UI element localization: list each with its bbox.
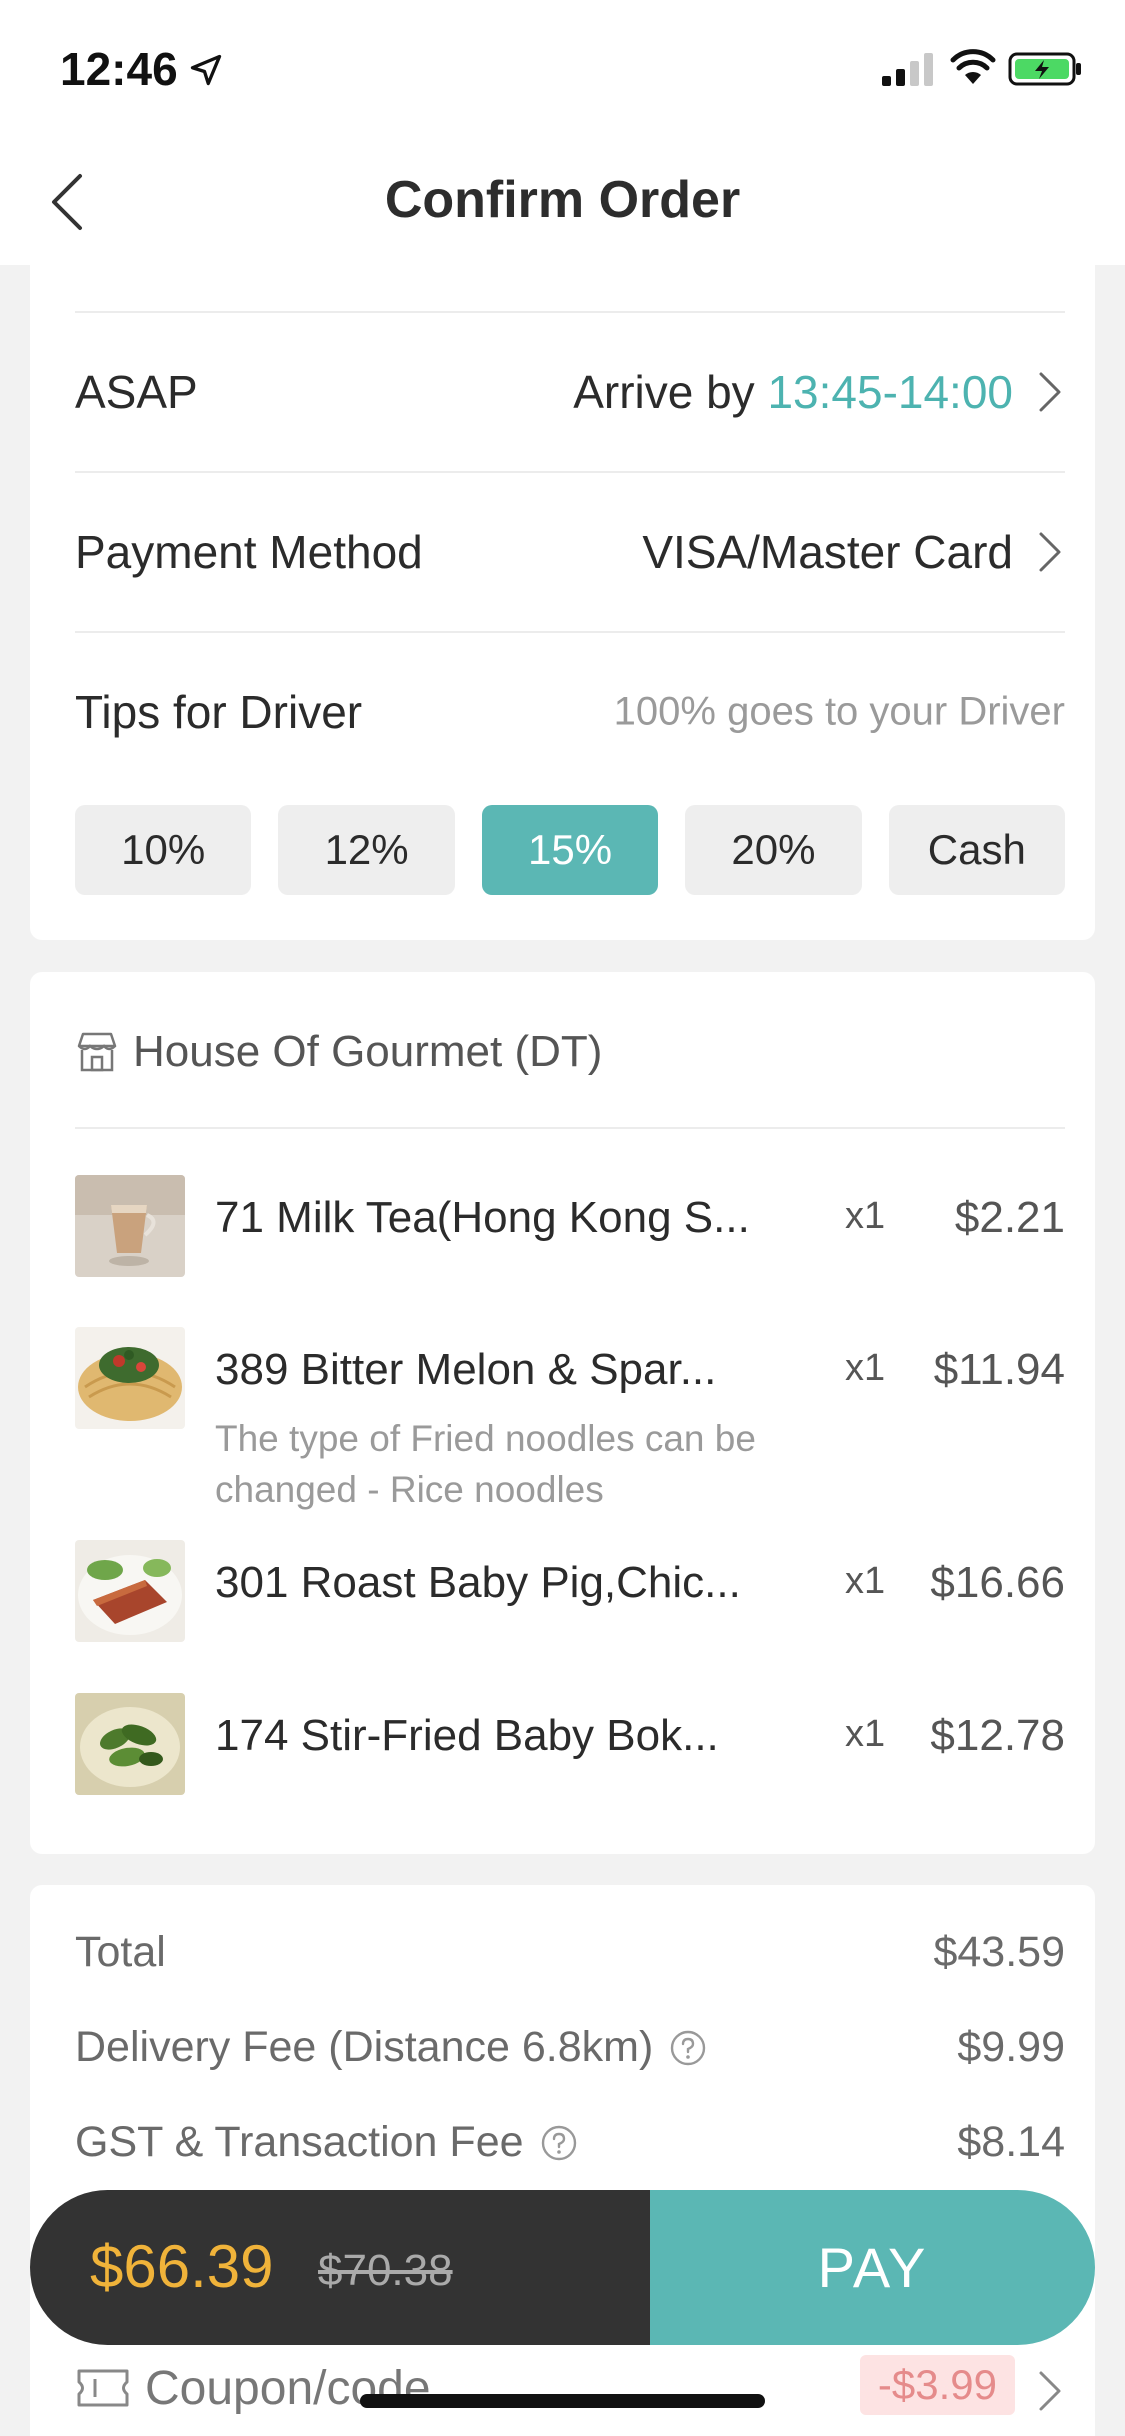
item-photo [75,1693,185,1795]
item-name: 71 Milk Tea(Hong Kong S... [215,1193,750,1242]
list-item[interactable]: 174 Stir-Fried Baby Bok... x1 $12.78 [75,1693,1065,1803]
item-price: $12.78 [930,1711,1065,1760]
tip-option-15[interactable]: 15% [481,805,659,895]
delivery-fee-label-group: Delivery Fee (Distance 6.8km) [75,2023,707,2072]
payment-method-row[interactable]: Payment Method VISA/Master Card [75,472,1065,632]
delivery-fee-value: $9.99 [957,2023,1065,2071]
status-time: 12:46 [60,43,178,95]
total-label: Total [75,1928,166,1976]
item-quantity: x1 [845,1560,886,1602]
help-icon[interactable] [540,2124,578,2162]
nav-bar: Confirm Order [0,140,1125,265]
item-quantity: x1 [845,1347,886,1389]
item-photo [75,1327,185,1429]
item-photo [75,1540,185,1642]
list-item[interactable]: 71 Milk Tea(Hong Kong S... x1 $2.21 [75,1175,1065,1285]
price-summary-card: Total $43.59 Delivery Fee (Distance 6.8k… [30,1885,1095,2436]
restaurant-name: House Of Gourmet (DT) [133,1027,603,1076]
battery-icon [1008,52,1081,86]
delivery-time-window: 13:45-14:00 [767,366,1013,418]
page-title: Confirm Order [384,171,741,229]
checkout-total-panel: $66.39 $70.38 [30,2190,650,2345]
restaurant-header: House Of Gourmet (DT) [75,1022,602,1082]
pay-button[interactable]: PAY [650,2190,1095,2345]
chevron-right-icon [1039,532,1061,572]
wifi-icon [950,49,996,84]
tip-option-10[interactable]: 10% [75,805,252,895]
coupon-discount-badge: -$3.99 [859,2355,1015,2415]
payment-label: Payment Method [75,526,423,578]
gst-fee-label: GST & Transaction Fee [75,2118,524,2166]
checkout-bar: $66.39 $70.38 PAY [30,2190,1095,2345]
tip-option-20[interactable]: 20% [685,805,862,895]
gst-fee-value: $8.14 [957,2118,1065,2166]
item-name: 389 Bitter Melon & Spar... [215,1345,717,1394]
list-item[interactable]: 389 Bitter Melon & Spar... The type of F… [75,1327,1065,1510]
delivery-value-prefix: Arrive by [573,366,768,418]
tip-option-12[interactable]: 12% [278,805,455,895]
delivery-fee-row: Delivery Fee (Distance 6.8km) $9.99 [75,2023,1065,2083]
home-indicator [360,2394,765,2408]
coupon-icon [77,2369,129,2407]
tips-hint: 100% goes to your Driver [613,689,1065,734]
tips-row: Tips for Driver 100% goes to your Driver [75,632,1065,792]
total-row: Total $43.59 [75,1928,1065,1988]
store-icon [77,1032,117,1072]
delivery-label: ASAP [75,366,198,418]
gst-fee-row: GST & Transaction Fee $8.14 [75,2118,1065,2178]
location-arrow-icon [190,54,222,86]
order-options-card: ASAP Arrive by 13:45-14:00 Payment Metho… [30,265,1095,940]
tip-option-cash[interactable]: Cash [888,805,1066,895]
item-quantity: x1 [845,1195,886,1237]
gst-fee-label-group: GST & Transaction Fee [75,2118,578,2167]
divider [75,1127,1065,1129]
coupon-row[interactable]: Coupon/code -$3.99 [75,2355,1065,2425]
item-photo [75,1175,185,1277]
tips-options: 10% 12% 15% 20% Cash [75,805,1066,895]
chevron-right-icon [1039,372,1061,412]
item-note: The type of Fried noodles can be changed… [215,1418,756,1510]
item-price: $16.66 [930,1558,1065,1607]
list-item[interactable]: 301 Roast Baby Pig,Chic... x1 $16.66 [75,1540,1065,1650]
help-icon[interactable] [669,2029,707,2067]
tips-label: Tips for Driver [75,686,363,738]
item-quantity: x1 [845,1713,886,1755]
status-bar: 12:46 [0,0,1125,140]
signal-icon [882,53,933,86]
item-price: $2.21 [954,1193,1065,1242]
pay-original-price: $70.38 [318,2246,453,2295]
item-price: $11.94 [933,1345,1065,1394]
item-name: 174 Stir-Fried Baby Bok... [215,1711,719,1760]
delivery-value: Arrive by 13:45-14:00 [573,365,1013,419]
total-value: $43.59 [933,1928,1065,1976]
chevron-right-icon [1039,2371,1061,2411]
delivery-time-row[interactable]: ASAP Arrive by 13:45-14:00 [75,312,1065,472]
item-name: 301 Roast Baby Pig,Chic... [215,1558,741,1607]
order-items-card: House Of Gourmet (DT) 71 Milk Tea(Hong K… [30,972,1095,1854]
payment-value: VISA/Master Card [642,526,1013,578]
delivery-fee-label: Delivery Fee (Distance 6.8km) [75,2023,654,2071]
pay-total: $66.39 [90,2233,274,2300]
